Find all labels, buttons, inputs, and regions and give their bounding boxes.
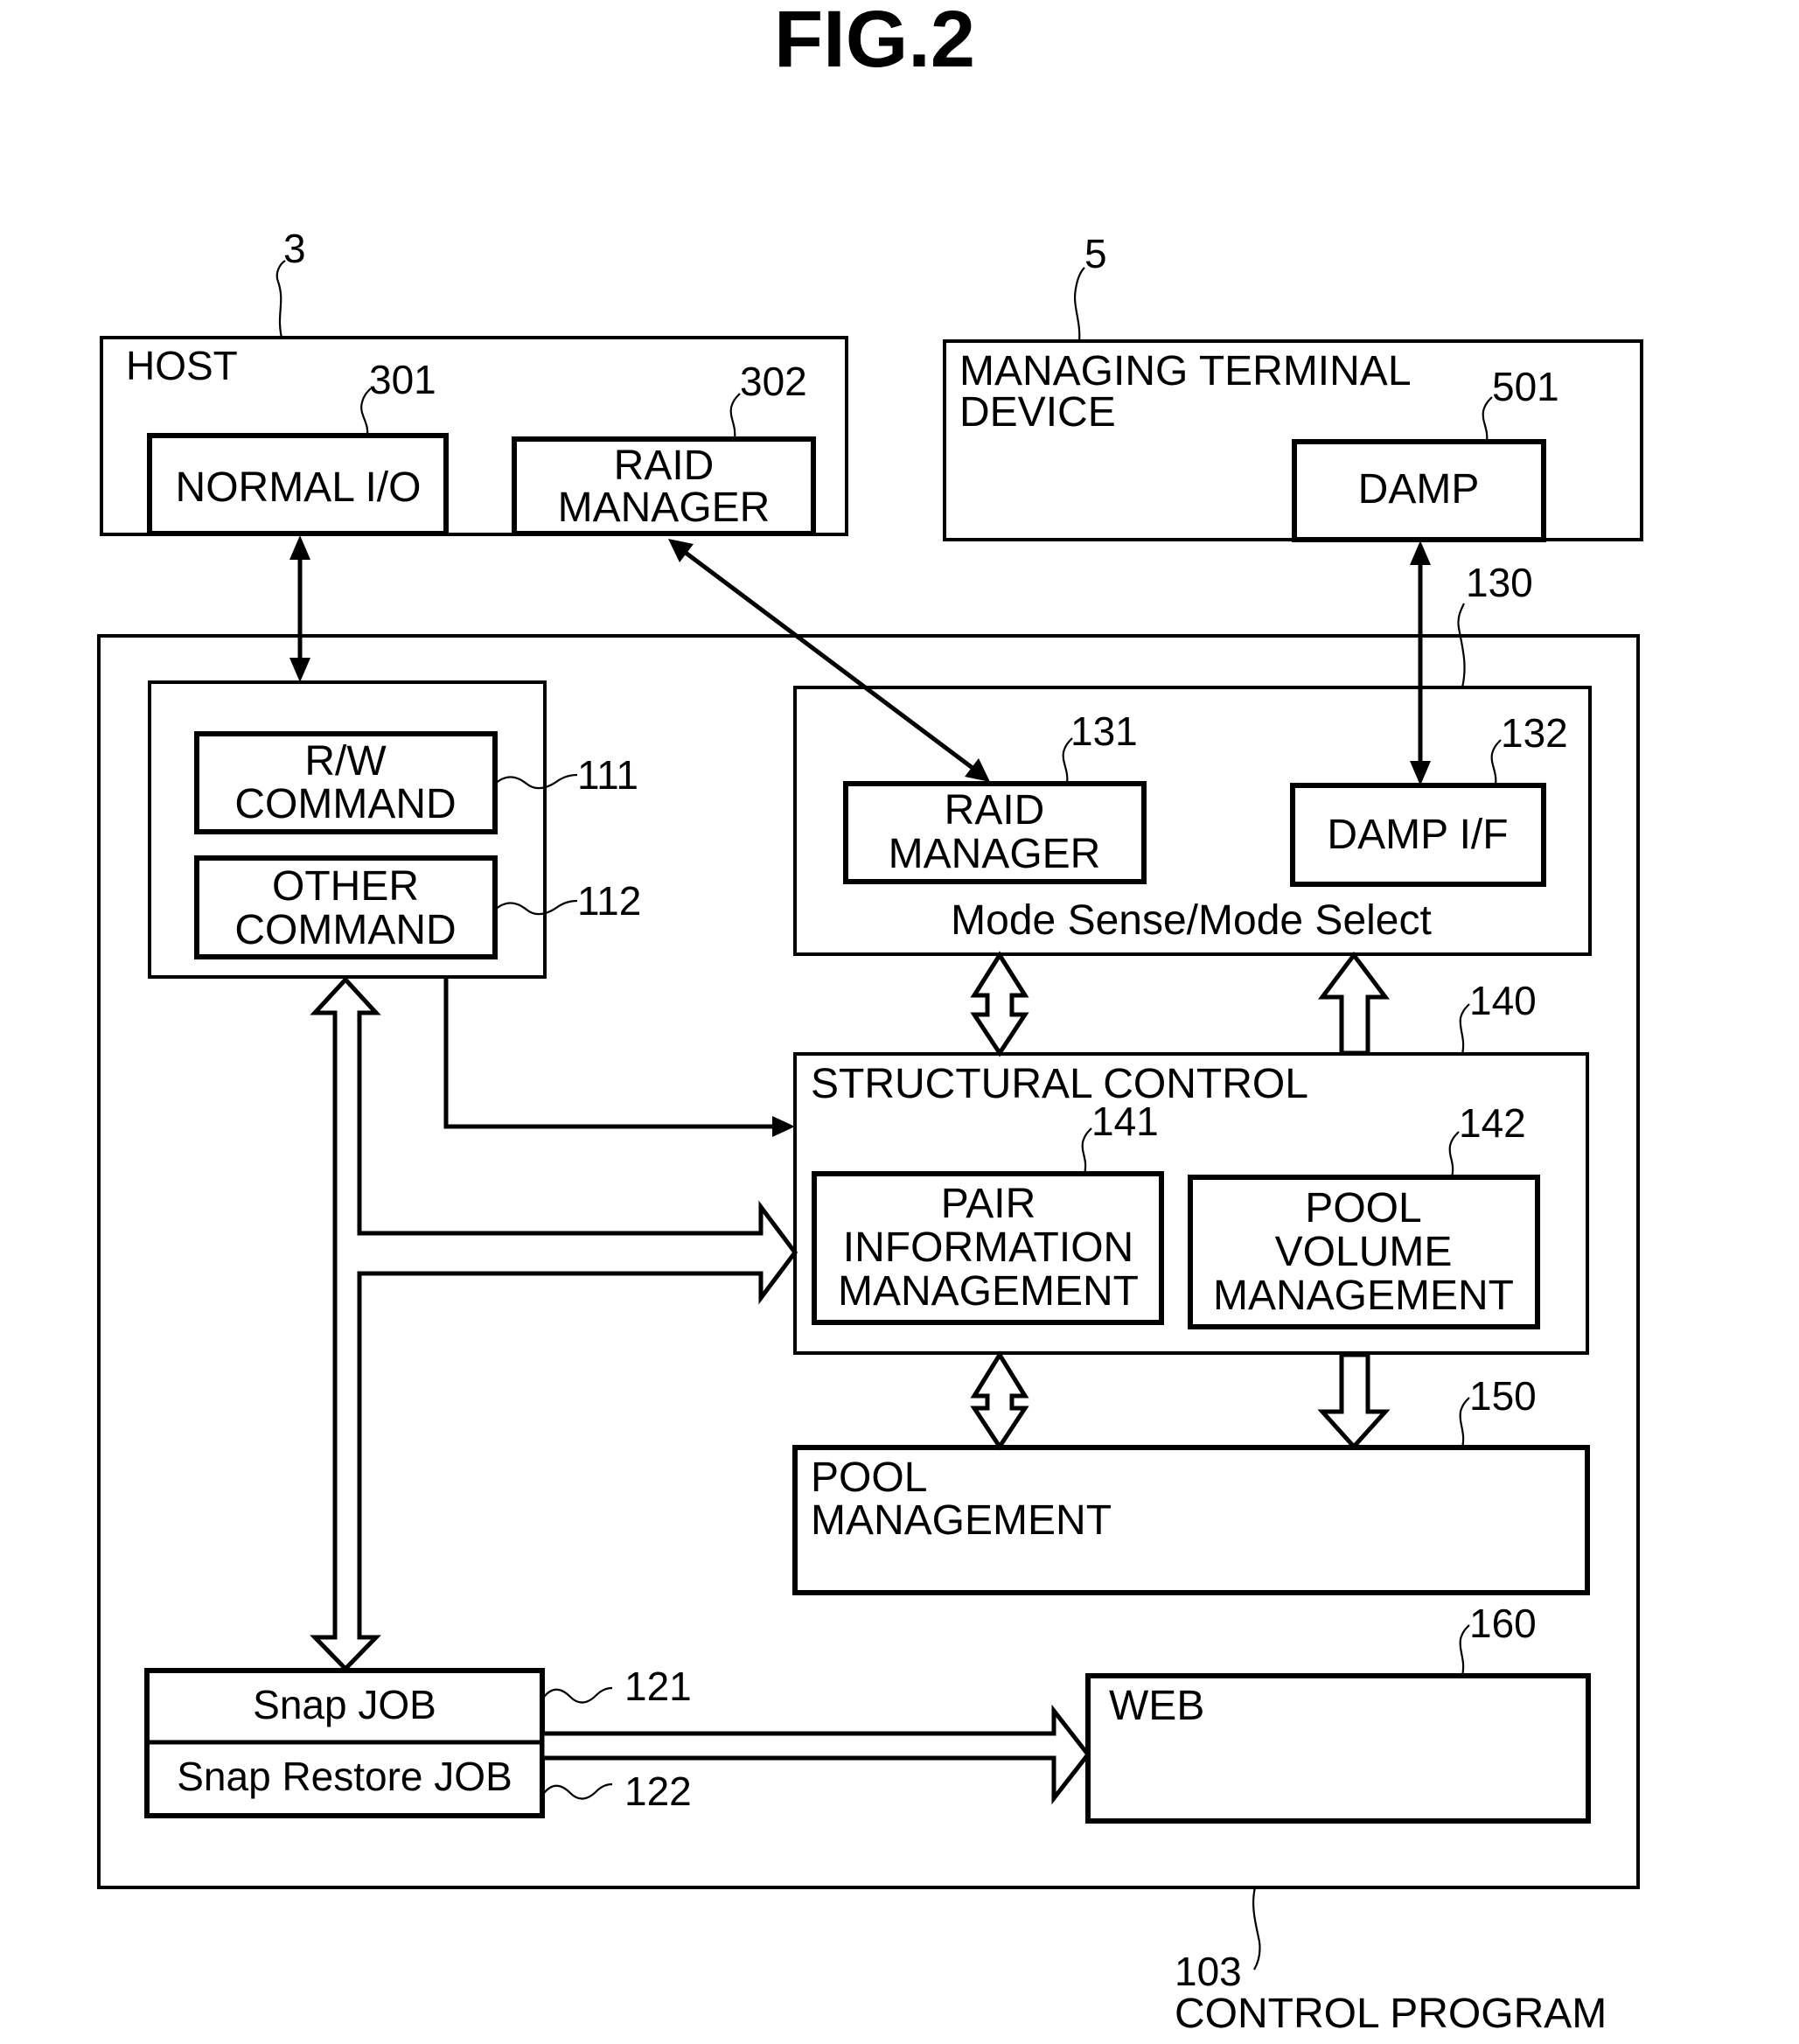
other-command-ref: 112	[577, 878, 641, 924]
normal-io-label: NORMAL I/O	[176, 464, 422, 511]
host-ref-leader	[275, 260, 286, 338]
control-program-label: CONTROL PROGRAM	[1175, 1991, 1607, 2037]
control-program-ref-leader	[1252, 1887, 1261, 1971]
host-ref: 3	[283, 226, 306, 271]
web-label: WEB	[1109, 1683, 1204, 1729]
arrow-head-up	[289, 535, 310, 560]
pool-volume-line1: POOL	[1305, 1185, 1421, 1231]
damp-label: DAMP	[1358, 466, 1480, 513]
rw-command-ref: 111	[577, 752, 638, 798]
ctl-raid-manager-ref: 131	[1070, 708, 1138, 754]
damp-ref: 501	[1492, 364, 1559, 409]
pair-info-line1: PAIR	[941, 1181, 1035, 1227]
control-program-ref: 103	[1175, 1949, 1242, 1994]
managing-terminal-line2: DEVICE	[959, 389, 1116, 436]
mode-sense-select-label: Mode Sense/Mode Select	[951, 897, 1432, 944]
snap-restore-job-label: Snap Restore JOB	[177, 1754, 513, 1799]
pool-management-line1: POOL	[811, 1455, 927, 1501]
normal-io-ref: 301	[369, 357, 436, 402]
snap-job-ref: 121	[624, 1664, 692, 1709]
structural-control-ref: 140	[1469, 978, 1537, 1023]
pair-info-line3: MANAGEMENT	[838, 1268, 1139, 1315]
snap-restore-job-ref: 122	[624, 1768, 692, 1814]
pool-management-line2: MANAGEMENT	[811, 1497, 1112, 1544]
pool-management-ref: 150	[1469, 1373, 1537, 1419]
other-command-line2: COMMAND	[234, 907, 456, 953]
host-label: HOST	[126, 343, 238, 388]
pair-info-ref: 141	[1091, 1099, 1159, 1144]
managing-terminal-ref-leader	[1074, 267, 1085, 342]
fig2-diagram: FIG.2 HOST 3 NORMAL I/O 301 RAID MANAGER…	[97, 0, 1643, 2037]
pair-info-line2: INFORMATION	[843, 1224, 1133, 1271]
damp-if-label: DAMP I/F	[1327, 812, 1508, 858]
figure-title: FIG.2	[774, 0, 975, 84]
host-raid-manager-line2: MANAGER	[558, 485, 771, 531]
damp-if-ref: 132	[1501, 710, 1568, 756]
arrow-head-up-left	[668, 539, 694, 562]
arrow-head-up	[1410, 541, 1431, 565]
ctl-raid-manager-line1: RAID	[945, 787, 1045, 834]
pool-volume-ref: 142	[1459, 1100, 1526, 1146]
web-ref: 160	[1469, 1601, 1537, 1646]
pool-volume-line2: VOLUME	[1275, 1229, 1453, 1275]
structural-control-label: STRUCTURAL CONTROL	[811, 1061, 1308, 1107]
managing-terminal-ref: 5	[1084, 231, 1107, 276]
snap-job-label: Snap JOB	[253, 1682, 436, 1727]
managing-terminal-block: MANAGING TERMINAL DEVICE 5 DAMP 501	[943, 231, 1643, 542]
rw-command-line2: COMMAND	[234, 781, 456, 827]
ctl-raid-manager-line2: MANAGER	[889, 831, 1101, 877]
host-block: HOST 3 NORMAL I/O 301 RAID MANAGER 302	[100, 226, 848, 536]
pool-volume-line3: MANAGEMENT	[1213, 1273, 1514, 1319]
interface-block: 130 RAID MANAGER 131 DAMP I/F 132 Mode S…	[793, 560, 1592, 956]
interface-ref: 130	[1466, 560, 1533, 605]
host-raid-manager-ref: 302	[740, 359, 807, 404]
host-raid-manager-line1: RAID	[614, 443, 715, 489]
rw-command-line1: R/W	[304, 738, 387, 785]
arrow-normal-io-to-command	[289, 535, 310, 682]
managing-terminal-line1: MANAGING TERMINAL	[959, 348, 1412, 394]
other-command-line1: OTHER	[272, 863, 419, 910]
